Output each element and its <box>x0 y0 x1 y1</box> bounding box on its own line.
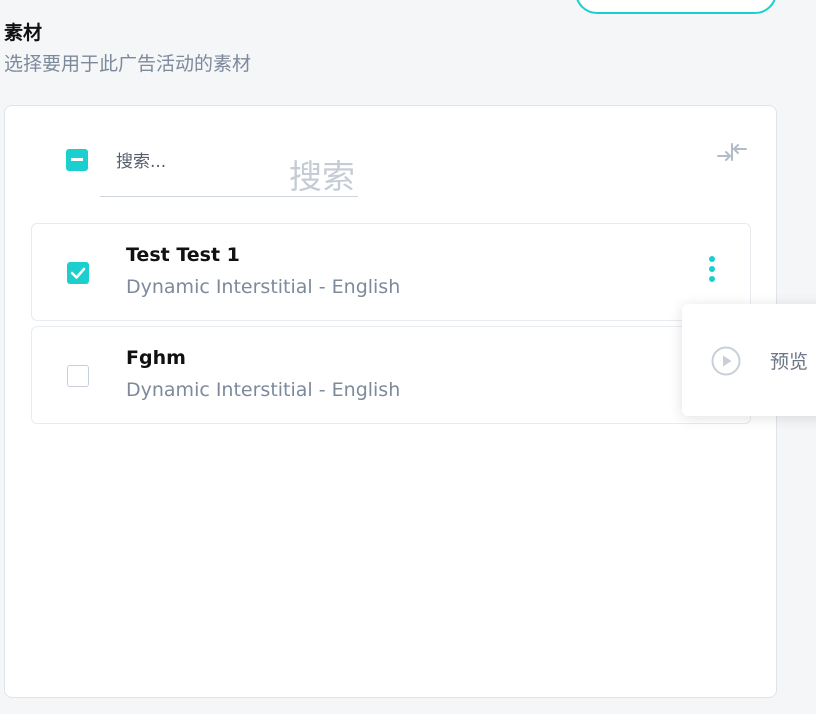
creative-list-panel: 搜索 Test Test 1 Dynamic Interstitial - En… <box>4 105 777 698</box>
row-checkbox[interactable] <box>67 365 89 387</box>
preview-label: 预览 <box>770 351 809 373</box>
creative-description: Dynamic Interstitial - English <box>126 276 401 298</box>
search-floating-label: 搜索 <box>289 157 355 196</box>
creative-description: Dynamic Interstitial - English <box>126 379 401 401</box>
play-circle-icon <box>711 346 741 376</box>
creative-name: Fghm <box>126 347 186 369</box>
section-title: 素材 <box>4 22 43 44</box>
section-subtitle: 选择要用于此广告活动的素材 <box>4 53 252 75</box>
row-actions-menu: 预览 <box>682 304 816 416</box>
creative-row[interactable]: Fghm Dynamic Interstitial - English <box>31 326 751 424</box>
top-action-button[interactable] <box>575 0 777 14</box>
collapse-arrows-icon[interactable] <box>715 139 749 165</box>
search-field: 搜索 <box>100 140 358 197</box>
minus-checkbox-icon <box>71 158 83 161</box>
search-input[interactable] <box>116 148 206 176</box>
row-checkbox[interactable] <box>67 262 89 284</box>
creative-selection-page: 素材 选择要用于此广告活动的素材 搜索 Test Te <box>0 0 816 714</box>
vertical-dots-icon[interactable] <box>704 256 720 284</box>
check-icon <box>70 267 86 279</box>
creative-name: Test Test 1 <box>126 244 240 266</box>
creative-row[interactable]: Test Test 1 Dynamic Interstitial - Engli… <box>31 223 751 321</box>
select-all-checkbox[interactable] <box>66 149 88 171</box>
menu-item-preview[interactable]: 预览 <box>682 334 816 388</box>
